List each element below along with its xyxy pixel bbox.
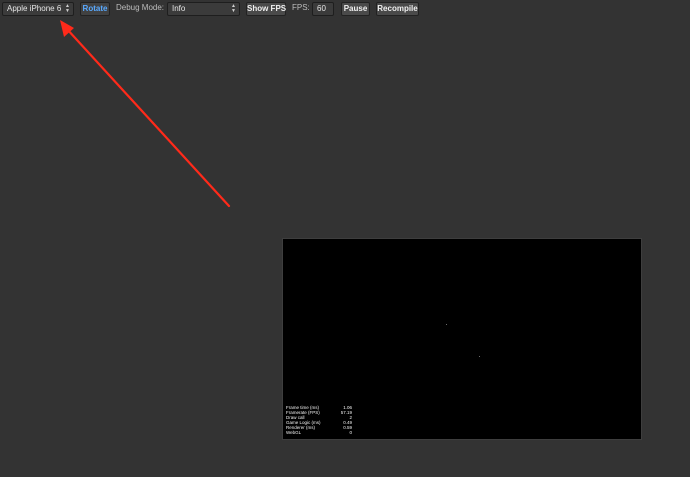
sprite-dot xyxy=(446,324,447,325)
debug-mode-select-value: Info xyxy=(172,4,186,13)
select-arrows-icon: ▲ ▼ xyxy=(231,3,236,14)
rotate-button-label: Rotate xyxy=(82,4,108,13)
recompile-button-label: Recompile xyxy=(377,4,418,13)
fps-input[interactable]: 60 xyxy=(312,2,334,16)
performance-stats-overlay: Frame time (ms) 1.06 Framerate (FPS) 57.… xyxy=(286,405,352,436)
pause-button[interactable]: Pause xyxy=(341,2,370,16)
fps-label: FPS: xyxy=(292,3,310,12)
sprite-dot xyxy=(479,356,480,357)
stat-label: WebGL xyxy=(286,430,302,436)
annotation-arrow-head xyxy=(60,20,74,37)
stat-row: WebGL 0 xyxy=(286,430,352,435)
game-preview-canvas[interactable]: Frame time (ms) 1.06 Framerate (FPS) 57.… xyxy=(282,238,642,440)
device-select[interactable]: Apple iPhone 6 ▲ ▼ xyxy=(2,2,74,16)
simulator-toolbar: Apple iPhone 6 ▲ ▼ Rotate Debug Mode: Inf… xyxy=(0,0,690,18)
device-select-value: Apple iPhone 6 xyxy=(7,4,62,13)
recompile-button[interactable]: Recompile xyxy=(376,2,419,16)
rotate-button[interactable]: Rotate xyxy=(80,2,110,16)
show-fps-button[interactable]: Show FPS xyxy=(246,2,286,16)
fps-input-value: 60 xyxy=(317,4,326,13)
simulator-window: Apple iPhone 6 ▲ ▼ Rotate Debug Mode: Inf… xyxy=(0,0,690,477)
debug-mode-select[interactable]: Info ▲ ▼ xyxy=(167,2,240,16)
select-arrows-icon: ▲ ▼ xyxy=(65,3,70,14)
stat-value: 0 xyxy=(349,430,352,436)
pause-button-label: Pause xyxy=(343,4,368,13)
debug-mode-label: Debug Mode: xyxy=(116,3,165,12)
annotation-arrow-shaft xyxy=(64,26,231,208)
show-fps-button-label: Show FPS xyxy=(247,4,287,13)
